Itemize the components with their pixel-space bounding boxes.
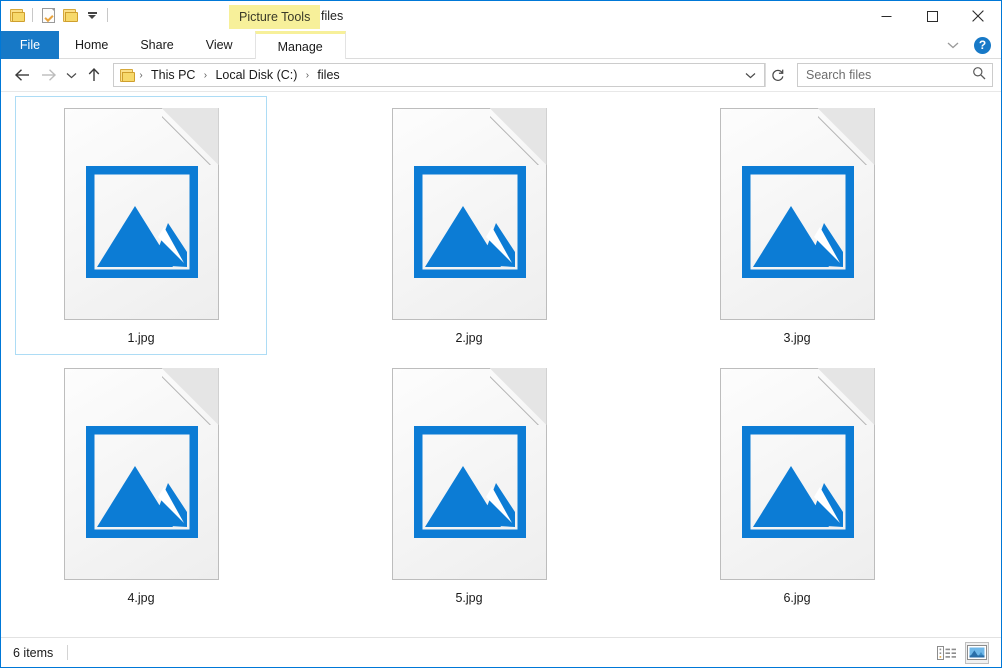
- list-item[interactable]: 1.jpg: [15, 96, 267, 355]
- breadcrumb-separator-1: ›: [203, 69, 208, 81]
- breadcrumb[interactable]: › This PC › Local Disk (C:) › files: [113, 63, 765, 87]
- ribbon-tab-bar: File Home Share View Manage ?: [1, 31, 1001, 59]
- close-button[interactable]: [955, 1, 1001, 31]
- breadcrumb-item-files[interactable]: files: [313, 68, 343, 82]
- file-list-content[interactable]: 1.jpg 2.jpg 3.jpg 4.jpg 5.jpg 6.jpg: [1, 91, 1001, 637]
- list-item[interactable]: 6.jpg: [671, 356, 923, 615]
- list-item[interactable]: 3.jpg: [671, 96, 923, 355]
- tab-home[interactable]: Home: [59, 31, 124, 59]
- file-grid: 1.jpg 2.jpg 3.jpg 4.jpg 5.jpg 6.jpg: [1, 92, 1001, 616]
- tab-file[interactable]: File: [1, 31, 59, 59]
- qat-divider-1: [32, 8, 33, 22]
- image-file-icon: [63, 368, 219, 580]
- breadcrumb-folder-icon: [120, 68, 135, 82]
- breadcrumb-separator-0: ›: [139, 69, 143, 81]
- up-button[interactable]: [81, 62, 107, 88]
- recent-locations-icon[interactable]: [61, 62, 81, 88]
- qat-divider-2: [107, 8, 108, 22]
- new-folder-icon[interactable]: [59, 4, 81, 26]
- file-name-label: 3.jpg: [783, 331, 811, 345]
- breadcrumb-item-this-pc[interactable]: This PC: [147, 68, 199, 82]
- picture-glyph-icon: [741, 426, 854, 538]
- list-item[interactable]: 4.jpg: [15, 356, 267, 615]
- search-input[interactable]: [806, 68, 972, 82]
- customize-dropdown-icon[interactable]: [81, 4, 103, 26]
- picture-glyph-icon: [85, 166, 198, 278]
- file-name-label: 1.jpg: [127, 331, 155, 345]
- page-fold-edge: [818, 368, 875, 425]
- status-divider: [67, 645, 69, 660]
- status-bar: 6 items: [1, 637, 1001, 667]
- collapse-ribbon-icon[interactable]: [942, 34, 964, 56]
- page-fold-edge: [818, 108, 875, 165]
- list-item[interactable]: 5.jpg: [343, 356, 595, 615]
- picture-glyph-icon: [85, 426, 198, 538]
- page-fold-edge: [490, 108, 547, 165]
- quick-access-toolbar: [1, 1, 112, 29]
- details-view-button[interactable]: [935, 642, 959, 664]
- picture-glyph-icon: [413, 166, 526, 278]
- tab-share[interactable]: Share: [124, 31, 189, 59]
- folder-icon[interactable]: [6, 4, 28, 26]
- list-item[interactable]: 2.jpg: [343, 96, 595, 355]
- forward-button[interactable]: [35, 62, 61, 88]
- ribbon-right-controls: ?: [942, 31, 1001, 59]
- address-dropdown-icon[interactable]: [740, 64, 760, 86]
- title-bar: Picture Tools files: [1, 1, 1001, 31]
- file-name-label: 6.jpg: [783, 591, 811, 605]
- search-icon: [972, 66, 986, 85]
- tab-manage[interactable]: Manage: [254, 31, 346, 59]
- image-file-icon: [63, 108, 219, 320]
- help-icon[interactable]: ?: [974, 36, 991, 54]
- breadcrumb-separator-2: ›: [305, 69, 310, 81]
- large-icons-view-button[interactable]: [965, 641, 989, 664]
- view-toggle-group: [935, 641, 995, 664]
- image-file-icon: [391, 108, 547, 320]
- file-name-label: 2.jpg: [455, 331, 483, 345]
- picture-glyph-icon: [413, 426, 526, 538]
- page-fold-edge: [162, 368, 219, 425]
- file-name-label: 5.jpg: [455, 591, 483, 605]
- breadcrumb-item-local-disk[interactable]: Local Disk (C:): [211, 68, 301, 82]
- back-button[interactable]: [9, 62, 35, 88]
- minimize-button[interactable]: [863, 1, 909, 31]
- file-explorer-window: Picture Tools files File Home Share View…: [0, 0, 1002, 668]
- image-file-icon: [719, 108, 875, 320]
- search-box[interactable]: [797, 63, 993, 87]
- address-bar: › This PC › Local Disk (C:) › files: [1, 59, 1001, 91]
- file-name-label: 4.jpg: [127, 591, 155, 605]
- window-controls: [863, 1, 1001, 31]
- image-file-icon: [719, 368, 875, 580]
- item-count-label: 6 items: [13, 645, 54, 660]
- window-title: files: [321, 9, 344, 23]
- page-fold-edge: [162, 108, 219, 165]
- picture-tools-label: Picture Tools: [229, 5, 321, 29]
- maximize-button[interactable]: [909, 1, 955, 31]
- picture-glyph-icon: [741, 166, 854, 278]
- properties-icon[interactable]: [37, 4, 59, 26]
- tab-view[interactable]: View: [190, 31, 249, 59]
- page-fold-edge: [490, 368, 547, 425]
- image-file-icon: [391, 368, 547, 580]
- refresh-icon[interactable]: [765, 63, 789, 87]
